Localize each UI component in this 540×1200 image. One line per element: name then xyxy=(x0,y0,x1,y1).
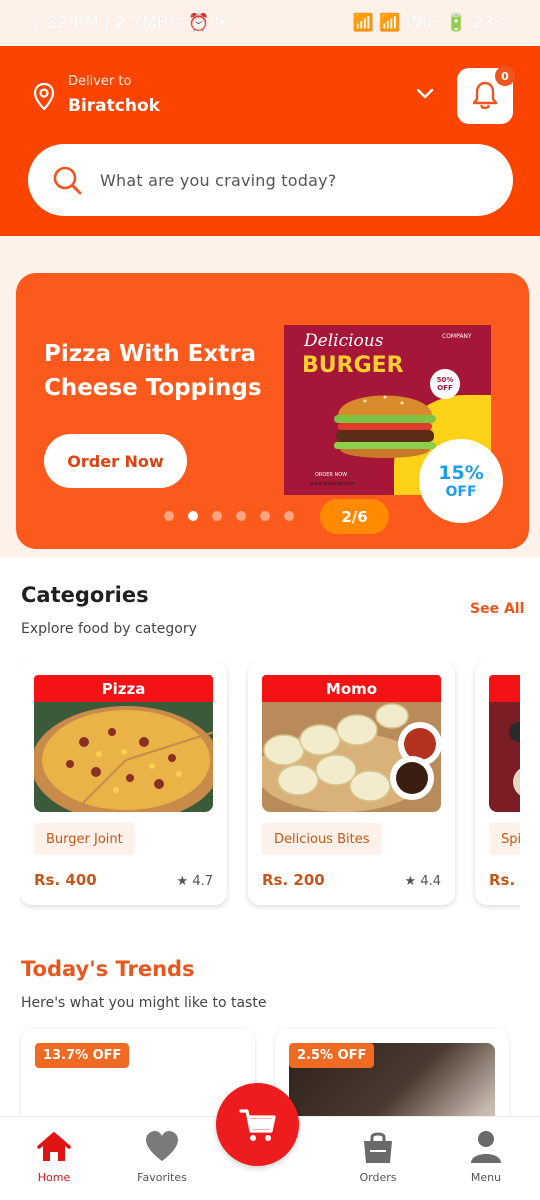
spicy-image xyxy=(489,702,520,812)
item-rating: ★ 4.7 xyxy=(176,874,213,889)
trend-discount-badge: 2.5% OFF xyxy=(289,1043,375,1068)
trends-subtitle: Here's what you might like to taste xyxy=(21,995,267,1011)
item-price: Rs. 400 xyxy=(34,871,97,889)
item-price: Rs. 4 xyxy=(489,871,520,889)
search-bar[interactable]: What are you craving today? xyxy=(28,144,513,216)
bell-icon xyxy=(472,81,498,110)
ad-badge: 50% OFF xyxy=(430,369,460,399)
nav-home[interactable]: Home xyxy=(0,1117,108,1200)
nav-favorites[interactable]: Favorites xyxy=(108,1117,216,1200)
category-tag: Pizza xyxy=(34,675,213,702)
category-tag xyxy=(489,675,520,702)
cart-icon xyxy=(238,1108,276,1141)
nav-label: Home xyxy=(37,1171,71,1184)
notification-count-badge: 0 xyxy=(495,66,515,86)
nav-label: Orders xyxy=(359,1171,397,1184)
carousel-dots xyxy=(164,511,294,521)
nav-label: Favorites xyxy=(137,1171,187,1184)
ad-headline-script: Delicious xyxy=(304,331,384,351)
momo-image xyxy=(262,702,441,812)
burger-illustration xyxy=(334,395,436,458)
pizza-image xyxy=(34,702,213,812)
category-card-partial[interactable]: Spi Rs. 4 xyxy=(475,661,520,905)
delivery-location[interactable]: Biratchok xyxy=(68,96,160,116)
search-input[interactable]: What are you craving today? xyxy=(100,171,336,190)
heart-icon xyxy=(146,1131,178,1161)
deliver-to-label: Deliver to xyxy=(68,74,132,89)
category-carousel[interactable]: Pizza Burger Joint Rs. 400 ★ 4.7 Momo De… xyxy=(20,661,520,911)
app-header: Deliver to Biratchok 0 What are you crav… xyxy=(0,46,540,236)
ad-brand: COMPANY xyxy=(442,333,472,340)
person-icon xyxy=(471,1131,501,1163)
bag-icon xyxy=(364,1132,392,1163)
ad-headline: BURGER xyxy=(302,353,404,378)
nav-label: Menu xyxy=(470,1171,502,1184)
carousel-dot[interactable] xyxy=(236,511,246,521)
carousel-dot[interactable] xyxy=(284,511,294,521)
nav-menu[interactable]: Menu xyxy=(432,1117,540,1200)
order-now-button[interactable]: Order Now xyxy=(44,434,187,488)
ad-website: www.website.com xyxy=(310,481,356,487)
restaurant-chip[interactable]: Spi xyxy=(489,823,520,855)
carousel-dot[interactable] xyxy=(164,511,174,521)
restaurant-chip[interactable]: Burger Joint xyxy=(34,823,135,855)
discount-badge: 15% OFF xyxy=(419,439,503,523)
status-indicators: 📶 📶 WiFi 🔋 23% xyxy=(352,13,510,33)
item-rating: ★ 4.4 xyxy=(404,874,441,889)
categories-subtitle: Explore food by category xyxy=(21,621,197,637)
ad-cta: ORDER NOW xyxy=(312,471,351,479)
trends-title: Today's Trends xyxy=(21,957,195,981)
location-pin-icon[interactable] xyxy=(32,82,56,112)
see-all-link[interactable]: See All xyxy=(470,601,524,617)
item-price: Rs. 200 xyxy=(262,871,325,889)
category-tag: Momo xyxy=(262,675,441,702)
category-card-momo[interactable]: Momo Delicious Bites Rs. 200 ★ 4.4 xyxy=(248,661,455,905)
home-icon xyxy=(37,1132,71,1161)
restaurant-chip[interactable]: Delicious Bites xyxy=(262,823,382,855)
carousel-counter: 2/6 xyxy=(320,499,389,534)
search-icon xyxy=(53,166,82,195)
status-time: 1:32 PM | 2.7MB/s ⏰ ✉ xyxy=(30,13,230,33)
status-bar: 1:32 PM | 2.7MB/s ⏰ ✉ 📶 📶 WiFi 🔋 23% xyxy=(0,0,540,46)
banner-title: Pizza With Extra Cheese Toppings xyxy=(44,341,262,401)
carousel-dot[interactable] xyxy=(212,511,222,521)
promo-banner[interactable]: Pizza With Extra Cheese Toppings Order N… xyxy=(16,273,529,549)
chevron-down-icon[interactable] xyxy=(414,86,436,102)
trend-discount-badge: 13.7% OFF xyxy=(35,1043,130,1068)
cart-button[interactable] xyxy=(216,1083,299,1166)
categories-title: Categories xyxy=(21,583,149,607)
nav-orders[interactable]: Orders xyxy=(324,1117,432,1200)
category-card-pizza[interactable]: Pizza Burger Joint Rs. 400 ★ 4.7 xyxy=(20,661,227,905)
carousel-dot-active[interactable] xyxy=(188,511,198,521)
discount-percent: 15% xyxy=(438,462,484,484)
discount-off-label: OFF xyxy=(445,484,477,500)
carousel-dot[interactable] xyxy=(260,511,270,521)
